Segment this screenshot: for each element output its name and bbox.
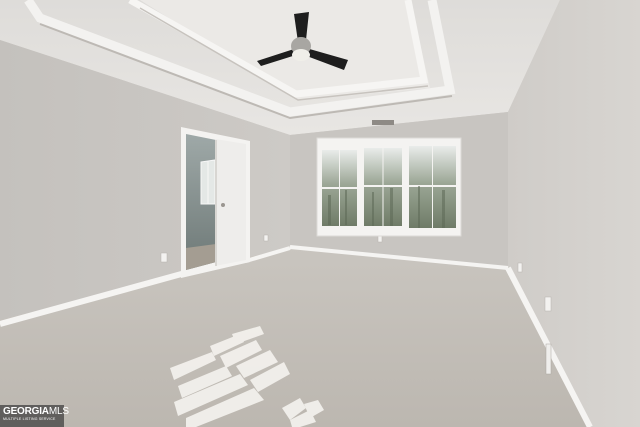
ceiling-vent (372, 120, 394, 125)
outlet-door-right (263, 234, 269, 242)
outlet-right (544, 296, 552, 312)
watermark-tagline: MULTIPLE LISTING SERVICE (3, 417, 56, 421)
georgia-mls-watermark: GEORGIAMLS MULTIPLE LISTING SERVICE (0, 405, 69, 427)
watermark-brand-strong: GEORGIA (3, 406, 49, 417)
bedroom-photo: GEORGIAMLS MULTIPLE LISTING SERVICE (0, 0, 640, 427)
watermark-brand: GEORGIAMLS (3, 406, 69, 417)
outlet-right-high (517, 262, 523, 273)
door-knob (221, 203, 225, 207)
room-illustration (0, 0, 640, 427)
outlet-left (160, 252, 168, 263)
window-right-pane (409, 146, 456, 228)
open-door (215, 139, 246, 266)
floor-vent (545, 343, 552, 375)
outlet-back (377, 235, 383, 243)
watermark-brand-light: MLS (48, 406, 69, 417)
fan-light-kit (292, 49, 310, 61)
window-center-pane (364, 148, 402, 226)
window-left-pane (322, 150, 357, 226)
